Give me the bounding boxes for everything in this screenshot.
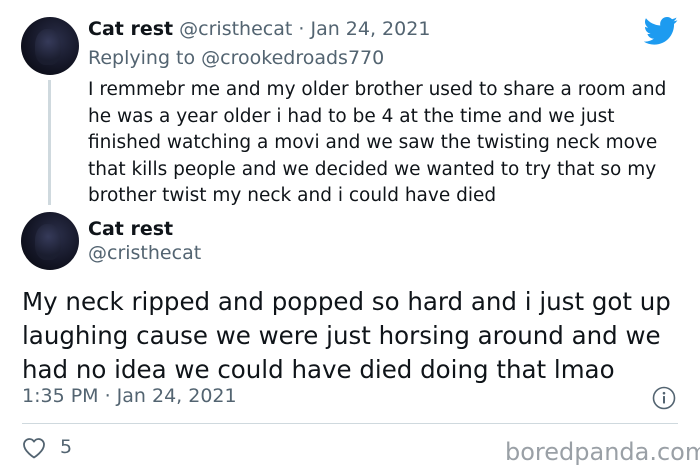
- handle[interactable]: @cristhecat: [179, 18, 292, 40]
- twitter-bird-icon[interactable]: [644, 16, 678, 46]
- avatar[interactable]: [21, 212, 79, 270]
- separator: ·: [298, 18, 305, 40]
- handle[interactable]: @cristhecat: [88, 242, 201, 264]
- display-name[interactable]: Cat rest: [88, 218, 173, 240]
- reply-tweet-header: Cat rest @cristhecat · Jan 24, 2021: [88, 18, 430, 40]
- replying-to[interactable]: Replying to @crookedroads770: [88, 47, 384, 69]
- tweet-date[interactable]: Jan 24, 2021: [310, 18, 430, 40]
- like-count: 5: [60, 436, 73, 458]
- divider: [22, 423, 678, 424]
- tweet-timestamp[interactable]: 1:35 PM · Jan 24, 2021: [22, 385, 237, 407]
- avatar[interactable]: [21, 17, 79, 75]
- main-tweet-text: My neck ripped and popped so hard and i …: [22, 287, 671, 384]
- thread-line: [48, 80, 51, 205]
- info-icon[interactable]: [652, 386, 676, 410]
- heart-icon[interactable]: [22, 437, 46, 459]
- watermark: boredpanda.com: [505, 438, 700, 466]
- reply-tweet-text: I remmebr me and my older brother used t…: [88, 79, 667, 206]
- display-name[interactable]: Cat rest: [88, 18, 173, 40]
